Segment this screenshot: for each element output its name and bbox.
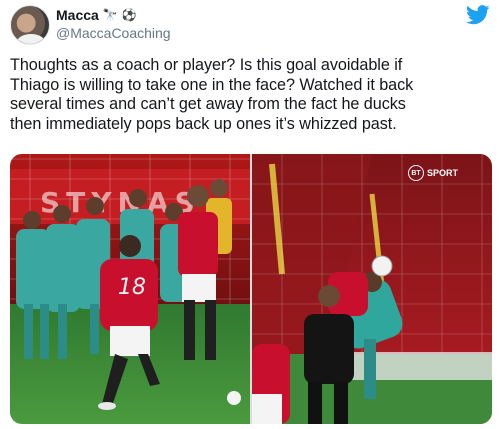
soccer-ball-emoji-icon: ⚽ xyxy=(121,8,137,22)
media-image-left[interactable]: STYNAS 18 xyxy=(10,154,250,424)
tweet-card: Macca 🔭 ⚽ @MaccaCoaching Thoughts as a c… xyxy=(0,0,500,429)
telescope-emoji-icon: 🔭 xyxy=(102,8,118,22)
tweet-header: Macca 🔭 ⚽ @MaccaCoaching xyxy=(10,4,490,48)
tweet-text-line: Thoughts as a coach or player? Is this g… xyxy=(10,56,403,74)
bt-sport-logo: BT SPORT xyxy=(407,165,458,181)
bt-logo-icon: BT xyxy=(407,165,424,181)
tweet-media[interactable]: STYNAS 18 BT SPORT xyxy=(10,154,492,424)
shirt-number: 18 xyxy=(118,275,146,300)
author-name-row[interactable]: Macca 🔭 ⚽ xyxy=(56,7,137,23)
tweet-text-line: several times and can’t get away from th… xyxy=(10,95,406,113)
goal-view-photo xyxy=(252,154,492,424)
free-kick-photo: STYNAS 18 xyxy=(10,154,250,424)
tweet-text-line: Thiago is willing to take one in the fac… xyxy=(10,75,414,94)
football xyxy=(227,391,241,405)
tweet-text-line: then immediately pops back up ones it’s … xyxy=(10,114,397,133)
bt-sport-label: SPORT xyxy=(426,168,458,178)
author-display-name[interactable]: Macca xyxy=(56,7,99,23)
author-handle[interactable]: @MaccaCoaching xyxy=(56,25,171,41)
twitter-bird-icon[interactable] xyxy=(466,4,490,26)
media-image-right[interactable]: BT SPORT xyxy=(252,154,492,424)
avatar[interactable] xyxy=(10,5,50,45)
tweet-text: Thoughts as a coach or player? Is this g… xyxy=(10,56,492,134)
